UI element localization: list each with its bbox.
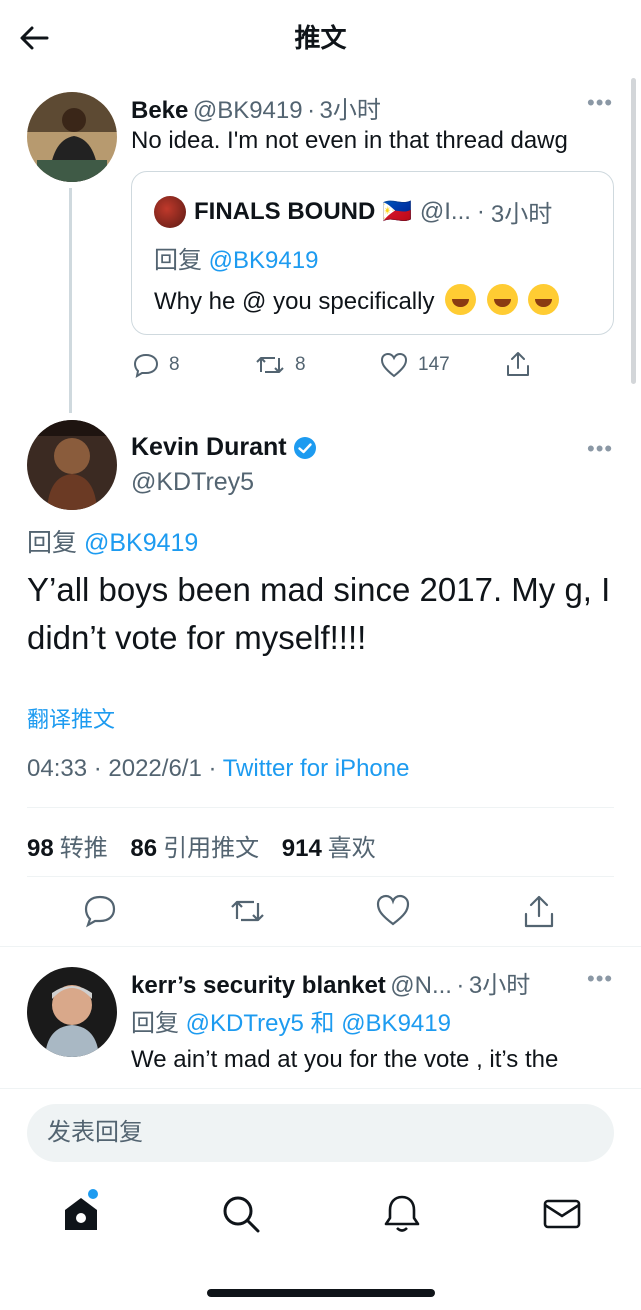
quoted-tweet-header: FINALS BOUND 🇵🇭 @I... · 3小时 [154, 194, 552, 229]
reply-tweet-header: kerr’s security blanket @N... · 3小时 [131, 965, 530, 1000]
reply-prefix: 回复 [27, 529, 78, 557]
main-tweet-actions [0, 893, 641, 937]
retweet-icon[interactable] [229, 893, 265, 929]
avatar-kerr[interactable] [27, 967, 117, 1057]
quoted-avatar [154, 195, 186, 228]
likes-label: 喜欢 [327, 835, 376, 862]
author-handle: @N... [390, 972, 452, 999]
divider [27, 807, 614, 808]
tweet-timestamp: 04:33 · 2022/6/1 · [27, 755, 223, 782]
retweet-icon [256, 357, 284, 373]
home-icon[interactable] [59, 1192, 103, 1236]
retweets-stat[interactable]: 98 转推 [27, 835, 108, 862]
notification-dot [88, 1189, 98, 1199]
verified-badge-icon [293, 436, 316, 459]
reply-action[interactable]: 8 [133, 352, 180, 378]
reply-line: 回复 @KDTrey5 和 @BK9419 [131, 1003, 451, 1038]
more-options-icon[interactable]: ••• [587, 438, 613, 460]
main-reply-line: 回复 @BK9419 [27, 523, 198, 559]
divider [27, 876, 614, 877]
share-icon[interactable] [521, 893, 557, 929]
laughing-emoji-icon [486, 284, 518, 315]
more-options-icon[interactable]: ••• [587, 92, 613, 114]
tweet-time: 3小时 [468, 972, 531, 999]
avatar-beke[interactable] [27, 92, 117, 182]
parent-tweet-text: No idea. I'm not even in that thread daw… [131, 127, 568, 154]
author-name[interactable]: Kevin Durant [131, 433, 287, 462]
thread-line [69, 188, 72, 413]
tweet-stats: 98 转推 86 引用推文 914 喜欢 [27, 828, 376, 863]
reply-composer-bar: 发表回复 [0, 1088, 641, 1178]
quoted-text-body: Why he @ you specifically [154, 288, 435, 315]
retweet-count: 8 [295, 354, 306, 375]
page-title: 推文 [294, 23, 347, 53]
heart-icon[interactable] [375, 893, 411, 929]
reply-tweet-text: We ain’t mad at you for the vote , it’s … [131, 1046, 559, 1073]
translate-tweet-link[interactable]: 翻译推文 [27, 702, 115, 734]
tweet-time: 3小时 [319, 97, 381, 124]
heart-icon [380, 352, 408, 378]
main-tweet-header: Kevin Durant [131, 433, 317, 462]
main-tweet-text: Y’all boys been mad since 2017. My g, I … [27, 571, 611, 656]
tweet-meta: 04:33 · 2022/6/1 · Twitter for iPhone [27, 755, 409, 783]
quotes-stat[interactable]: 86 引用推文 [130, 835, 259, 862]
tweet-source[interactable]: Twitter for iPhone [223, 755, 410, 782]
quoted-tweet-time: 3小时 [490, 201, 553, 228]
quoted-tweet-card[interactable]: FINALS BOUND 🇵🇭 @I... · 3小时 回复 @BK9419 W… [131, 171, 614, 335]
retweet-action[interactable]: 8 [255, 352, 306, 378]
bell-icon[interactable] [380, 1192, 424, 1236]
more-options-icon[interactable]: ••• [587, 968, 613, 990]
avatar-kevin-durant[interactable] [27, 420, 117, 510]
laughing-emoji-icon [445, 284, 477, 315]
likes-count: 914 [281, 835, 322, 862]
reply-count: 8 [169, 354, 180, 375]
likes-stat[interactable]: 914 喜欢 [282, 835, 376, 862]
retweets-label: 转推 [59, 835, 108, 862]
share-action[interactable] [505, 350, 531, 378]
separator: · [476, 197, 485, 225]
reply-prefix: 回复 [131, 1010, 179, 1037]
search-icon[interactable] [219, 1192, 263, 1236]
laughing-emoji-icon [528, 284, 560, 315]
quotes-count: 86 [130, 835, 158, 862]
reply-input[interactable]: 发表回复 [27, 1104, 614, 1162]
divider [0, 946, 641, 947]
top-bar: 推文 [0, 0, 641, 75]
quoted-author-name: FINALS BOUND 🇵🇭 [194, 198, 412, 225]
reply-mention[interactable]: @BK9419 [209, 247, 319, 274]
author-handle: @KDTrey5 [131, 468, 255, 496]
reply-prefix: 回复 [154, 247, 202, 274]
quoted-author-handle: @I... [419, 197, 471, 225]
reply-mention[interactable]: @BK9419 [84, 529, 198, 557]
quoted-tweet-text: Why he @ you specifically [154, 284, 560, 316]
separator: · [307, 97, 316, 124]
author-name[interactable]: Beke [131, 97, 188, 124]
like-action[interactable]: 147 [380, 352, 450, 378]
separator: · [456, 972, 465, 999]
reply-mention[interactable]: @KDTrey5 [186, 1010, 304, 1037]
author-name[interactable]: kerr’s security blanket [131, 972, 386, 999]
share-icon [507, 352, 529, 376]
quotes-label: 引用推文 [163, 835, 260, 862]
reply-icon [133, 353, 159, 378]
like-count: 147 [418, 354, 450, 375]
retweets-count: 98 [27, 835, 54, 862]
author-handle: @BK9419 [192, 97, 303, 124]
reply-and: 和 [310, 1010, 335, 1037]
reply-mention[interactable]: @BK9419 [341, 1010, 451, 1037]
scrollbar[interactable] [631, 78, 636, 384]
reply-icon[interactable] [82, 893, 118, 929]
quoted-reply-line: 回复 @BK9419 [154, 240, 318, 275]
home-indicator [207, 1289, 435, 1297]
parent-tweet-header: Beke @BK9419 · 3小时 [131, 90, 381, 125]
mail-icon[interactable] [540, 1192, 584, 1236]
